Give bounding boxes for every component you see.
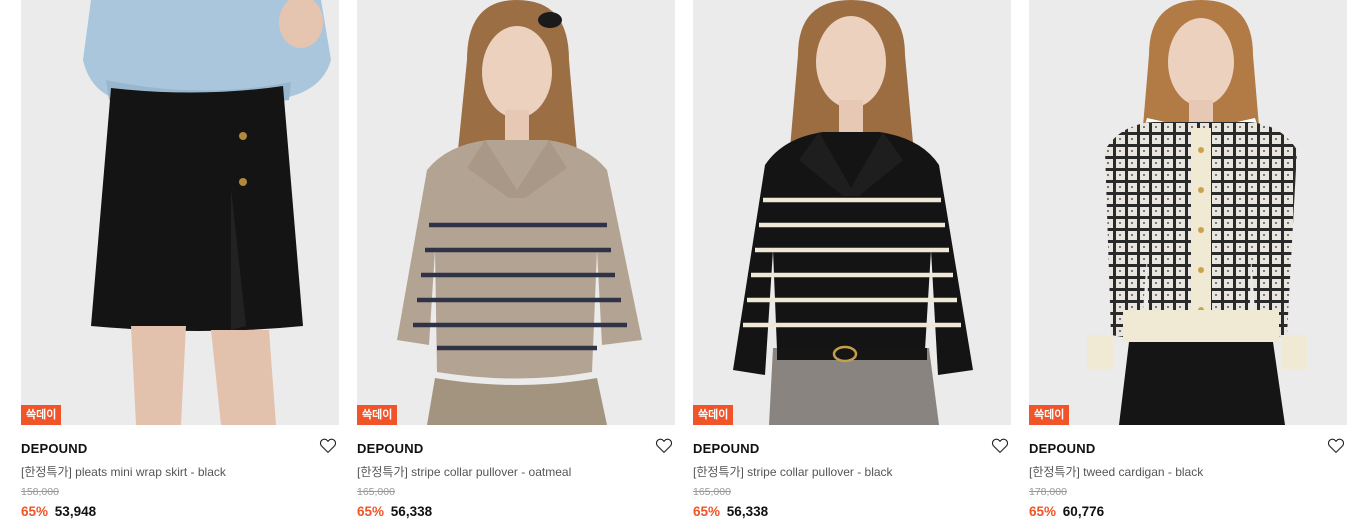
product-name[interactable]: [한정특가] tweed cardigan - black — [1029, 463, 1347, 483]
brand-name[interactable]: DEPOUND — [693, 441, 759, 456]
product-card[interactable]: 쓱데이 DEPOUND [한정특가] stripe collar pullove… — [693, 0, 1011, 528]
promo-badge: 쓱데이 — [1029, 405, 1070, 425]
product-name[interactable]: [한정특가] stripe collar pullover - black — [693, 463, 1011, 483]
brand-name[interactable]: DEPOUND — [21, 441, 87, 456]
product-name[interactable]: [한정특가] stripe collar pullover - oatmeal — [357, 463, 675, 483]
product-card[interactable]: 쓱데이 DEPOUND [한정특가] tweed cardigan - blac… — [1029, 0, 1347, 528]
brand-name[interactable]: DEPOUND — [357, 441, 423, 456]
heart-icon[interactable] — [655, 437, 673, 455]
brand-name[interactable]: DEPOUND — [1029, 441, 1095, 456]
original-price: 165,000 — [693, 486, 731, 498]
product-image[interactable]: 쓱데이 — [21, 0, 339, 425]
discount-rate: 65% — [21, 504, 49, 519]
promo-badge: 쓱데이 — [21, 405, 62, 425]
price-row: 65% 56,338 — [357, 504, 675, 519]
price-row: 65% 56,338 — [693, 504, 1011, 519]
product-grid: 쓱데이 DEPOUND [한정특가] pleats mini wrap skir… — [0, 0, 1351, 528]
sale-price: 56,338 — [390, 504, 433, 519]
discount-rate: 65% — [1029, 504, 1057, 519]
product-name[interactable]: [한정특가] pleats mini wrap skirt - black — [21, 463, 339, 483]
product-image[interactable]: 쓱데이 — [1029, 0, 1347, 425]
discount-rate: 65% — [357, 504, 385, 519]
promo-badge: 쓱데이 — [693, 405, 734, 425]
price-row: 65% 60,776 — [1029, 504, 1347, 519]
sale-price: 53,948 — [54, 504, 97, 519]
sale-price: 56,338 — [726, 504, 769, 519]
product-image[interactable]: 쓱데이 — [357, 0, 675, 425]
discount-rate: 65% — [693, 504, 721, 519]
original-price: 178,000 — [1029, 486, 1067, 498]
heart-icon[interactable] — [1327, 437, 1345, 455]
product-image[interactable]: 쓱데이 — [693, 0, 1011, 425]
original-price: 158,000 — [21, 486, 59, 498]
product-card[interactable]: 쓱데이 DEPOUND [한정특가] pleats mini wrap skir… — [21, 0, 339, 528]
original-price: 165,000 — [357, 486, 395, 498]
price-row: 65% 53,948 — [21, 504, 339, 519]
heart-icon[interactable] — [319, 437, 337, 455]
sale-price: 60,776 — [1062, 504, 1105, 519]
heart-icon[interactable] — [991, 437, 1009, 455]
product-card[interactable]: 쓱데이 DEPOUND [한정특가] stripe collar pullove… — [357, 0, 675, 528]
promo-badge: 쓱데이 — [357, 405, 398, 425]
